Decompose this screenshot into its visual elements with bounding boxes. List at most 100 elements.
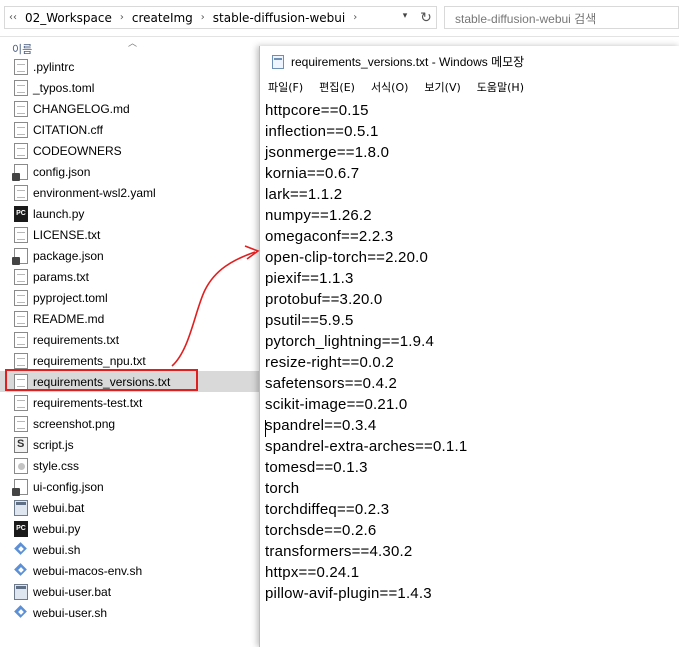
file-list-item[interactable]: config.json (0, 161, 262, 182)
file-list-item[interactable]: requirements-test.txt (0, 392, 262, 413)
file-list-item[interactable]: environment-wsl2.yaml (0, 182, 262, 203)
file-list-item[interactable]: webui-user.bat (0, 581, 262, 602)
pycharm-file-icon: PC (14, 205, 28, 222)
css-file-icon (14, 457, 28, 474)
file-list-item[interactable]: screenshot.png (0, 413, 262, 434)
file-list-item[interactable]: PC webui.py (0, 518, 262, 539)
file-name: requirements-test.txt (33, 395, 143, 410)
file-name: webui-user.bat (33, 584, 112, 599)
file-list-item[interactable]: style.css (0, 455, 262, 476)
batch-file-icon (14, 499, 28, 516)
file-list-item[interactable]: webui-macos-env.sh (0, 560, 262, 581)
file-list-item[interactable]: CITATION.cff (0, 119, 262, 140)
file-name: environment-wsl2.yaml (33, 185, 156, 200)
document-icon (14, 310, 28, 327)
menu-view[interactable]: 보기(V) (416, 79, 468, 95)
breadcrumb[interactable]: ‹‹ 02_Workspace › createImg › stable-dif… (4, 6, 437, 29)
text-line: protobuf==3.20.0 (265, 291, 383, 308)
text-line: piexif==1.1.3 (265, 270, 354, 287)
file-list-item[interactable]: LICENSE.txt (0, 224, 262, 245)
text-line: resize-right==0.0.2 (265, 354, 394, 371)
document-icon (14, 331, 28, 348)
text-line: kornia==0.6.7 (265, 165, 360, 182)
notepad-icon (272, 55, 284, 69)
document-icon (14, 142, 28, 159)
file-list-item[interactable]: CODEOWNERS (0, 140, 262, 161)
text-line: torchdiffeq==0.2.3 (265, 501, 390, 518)
file-name: requirements.txt (33, 332, 120, 347)
file-name: CHANGELOG.md (33, 101, 130, 116)
file-list-item[interactable]: pyproject.toml (0, 287, 262, 308)
chevron-right-icon: › (119, 12, 124, 23)
file-list-item[interactable]: PC launch.py (0, 203, 262, 224)
breadcrumb-item[interactable]: createImg (128, 11, 197, 25)
text-line: safetensors==0.4.2 (265, 375, 398, 392)
highlight-box (5, 369, 198, 391)
pycharm-file-icon: PC (14, 520, 28, 537)
file-name: webui.py (33, 521, 81, 536)
script-file-icon (14, 436, 28, 453)
file-list-item[interactable]: CHANGELOG.md (0, 98, 262, 119)
explorer-address-bar: ‹‹ 02_Workspace › createImg › stable-dif… (0, 0, 679, 37)
column-header-label: 이름 (12, 43, 33, 56)
menu-format[interactable]: 서식(O) (363, 79, 416, 95)
text-line: httpx==0.24.1 (265, 564, 360, 581)
text-line: httpcore==0.15 (265, 102, 369, 119)
name-column-header[interactable]: 이름 ︿ (0, 38, 260, 58)
file-list-item[interactable]: _typos.toml (0, 77, 262, 98)
refresh-icon[interactable]: ↻ (416, 8, 436, 28)
text-line: torch (265, 480, 300, 497)
notepad-title-bar[interactable]: requirements_versions.txt - Windows 메모장 (260, 46, 679, 76)
file-name: .pylintrc (33, 59, 75, 74)
batch-file-icon (14, 583, 28, 600)
file-name: screenshot.png (33, 416, 116, 431)
chevron-right-icon: › (200, 12, 205, 23)
file-list-item[interactable]: webui.sh (0, 539, 262, 560)
file-name: LICENSE.txt (33, 227, 101, 242)
breadcrumb-item[interactable]: stable-diffusion-webui (209, 11, 349, 25)
file-list-item[interactable]: webui.bat (0, 497, 262, 518)
json-file-icon (12, 478, 28, 496)
file-name: style.css (33, 458, 80, 473)
text-line: scikit-image==0.21.0 (265, 396, 408, 413)
json-file-icon (12, 163, 28, 181)
file-name: webui.sh (33, 542, 81, 557)
file-name: package.json (33, 248, 104, 263)
document-icon (14, 184, 28, 201)
file-list-item[interactable]: requirements_npu.txt (0, 350, 262, 371)
document-icon (14, 352, 28, 369)
text-editor[interactable]: httpcore==0.15 inflection==0.5.1 jsonmerge… (260, 98, 679, 647)
file-list-item[interactable]: README.md (0, 308, 262, 329)
file-list-item[interactable]: script.js (0, 434, 262, 455)
file-list-item[interactable]: .pylintrc (0, 56, 262, 77)
document-icon (14, 268, 28, 285)
file-name: params.txt (33, 269, 90, 284)
shell-script-icon (14, 542, 28, 558)
file-name: script.js (33, 437, 74, 452)
file-name: requirements_npu.txt (33, 353, 146, 368)
text-line: torchsde==0.2.6 (265, 522, 377, 539)
menu-file[interactable]: 파일(F) (260, 79, 311, 95)
shell-script-icon (14, 605, 28, 621)
file-list-item[interactable]: ui-config.json (0, 476, 262, 497)
file-list-item[interactable]: requirements.txt (0, 329, 262, 350)
document-icon (14, 226, 28, 243)
chevron-right-icon: › (353, 12, 358, 23)
chevron-left-icon[interactable]: ‹‹ (5, 12, 21, 23)
file-name: webui-user.sh (33, 605, 108, 620)
breadcrumb-item[interactable]: 02_Workspace (21, 11, 116, 25)
file-list-item[interactable]: package.json (0, 245, 262, 266)
document-icon (14, 415, 28, 432)
menu-help[interactable]: 도움말(H) (469, 79, 532, 95)
document-icon (14, 289, 28, 306)
file-list-item[interactable]: params.txt (0, 266, 262, 287)
file-list-item[interactable]: webui-user.sh (0, 602, 262, 623)
menu-edit[interactable]: 편집(E) (311, 79, 363, 95)
chevron-down-icon[interactable]: ▾ (396, 11, 414, 21)
file-name: launch.py (33, 206, 85, 221)
window-title: requirements_versions.txt - Windows 메모장 (291, 55, 525, 69)
text-line: psutil==5.9.5 (265, 312, 354, 329)
search-input[interactable]: stable-diffusion-webui 검색 (444, 6, 679, 29)
shell-script-icon (14, 563, 28, 579)
file-name: CODEOWNERS (33, 143, 122, 158)
